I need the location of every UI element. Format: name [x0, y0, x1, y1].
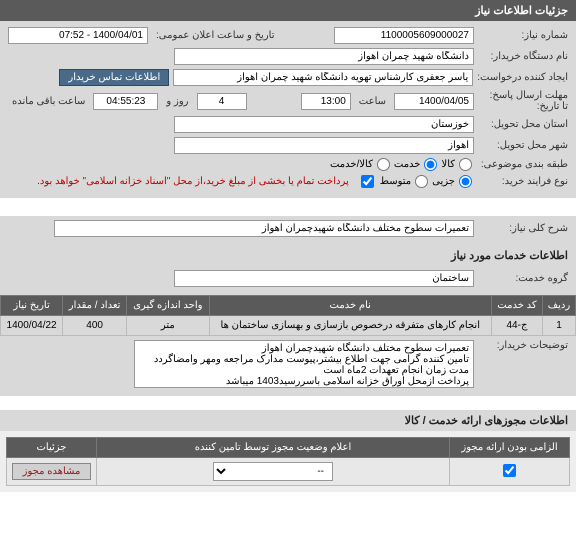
hour-label: ساعت [355, 96, 390, 107]
cell-details: مشاهده مجوز [7, 458, 97, 486]
radio-service[interactable]: خدمت [394, 158, 440, 171]
public-date-input[interactable] [8, 27, 148, 44]
treasury-checkbox[interactable] [361, 175, 374, 188]
th-date: تاریخ نیاز [1, 296, 63, 316]
th-details: جزئیات [7, 438, 97, 458]
buyer-org-label: نام دستگاه خریدار: [478, 51, 568, 62]
deadline-hour-input[interactable] [301, 93, 351, 110]
service-table: ردیف کد خدمت نام خدمت واحد اندازه گیری ت… [0, 295, 576, 336]
city-input[interactable] [174, 137, 474, 154]
cell-status: -- [97, 458, 450, 486]
status-select[interactable]: -- [213, 462, 333, 481]
cell-date: 1400/04/22 [1, 316, 63, 336]
cell-idx: 1 [542, 316, 575, 336]
th-idx: ردیف [542, 296, 575, 316]
cell-qty: 400 [63, 316, 127, 336]
public-date-label: تاریخ و ساعت اعلان عمومی: [152, 30, 279, 41]
th-name: نام خدمت [209, 296, 491, 316]
table-row[interactable]: 1 ج-44 انجام کارهای متفرقه درخصوص بازساز… [1, 316, 576, 336]
buyer-contact-button[interactable]: اطلاعات تماس خریدار [59, 69, 169, 86]
need-no-label: شماره نیاز: [478, 30, 568, 41]
days-left-input [197, 93, 247, 110]
service-group-label: گروه خدمت: [478, 273, 568, 284]
buyer-notes-label: توضیحات خریدار: [478, 340, 568, 351]
page-title: جزئیات اطلاعات نیاز [475, 5, 568, 17]
radio-partial[interactable]: جزیی [432, 175, 474, 188]
province-input[interactable] [174, 116, 474, 133]
permits-section: الزامی بودن ارائه مجوز اعلام وضعیت مجوز … [0, 431, 576, 492]
purchase-hint: پرداخت تمام یا بخشی از مبلغ خرید،از محل … [37, 176, 355, 187]
desc-input[interactable] [54, 220, 474, 237]
creator-label: ایجاد کننده درخواست: [477, 72, 568, 83]
radio-medium[interactable]: متوسط [380, 175, 430, 188]
th-unit: واحد اندازه گیری [127, 296, 209, 316]
need-no-input[interactable] [334, 27, 474, 44]
category-label: طبقه بندی موضوعی: [478, 159, 568, 170]
cell-name: انجام کارهای متفرقه درخصوص بازسازی و بهس… [209, 316, 491, 336]
remain-label: ساعت باقی مانده [8, 96, 89, 107]
purchase-type-label: نوع فرایند خرید: [478, 176, 568, 187]
deadline-date-input[interactable] [394, 93, 474, 110]
creator-input[interactable] [173, 69, 473, 86]
service-group-input[interactable] [174, 270, 474, 287]
th-status: اعلام وضعیت مجوز توسط تامین کننده [97, 438, 450, 458]
deadline-label: مهلت ارسال پاسخ: تا تاریخ: [478, 90, 568, 112]
mandatory-checkbox[interactable] [503, 464, 516, 477]
province-label: استان محل تحویل: [478, 119, 568, 130]
th-qty: تعداد / مقدار [63, 296, 127, 316]
radio-goods[interactable]: کالا [441, 158, 474, 171]
days-label: روز و [162, 96, 192, 107]
services-section-title: اطلاعات خدمات مورد نیاز [0, 245, 576, 266]
time-left-input [93, 93, 158, 110]
view-permit-button[interactable]: مشاهده مجوز [12, 463, 92, 480]
desc-label: شرح کلی نیاز: [478, 223, 568, 234]
th-mandatory: الزامی بودن ارائه مجوز [450, 438, 570, 458]
page-header: جزئیات اطلاعات نیاز [0, 0, 576, 21]
city-label: شهر محل تحویل: [478, 140, 568, 151]
buyer-notes-textarea[interactable] [134, 340, 474, 388]
main-form: شماره نیاز: تاریخ و ساعت اعلان عمومی: نا… [0, 21, 576, 198]
desc-section: شرح کلی نیاز: [0, 216, 576, 245]
permits-table: الزامی بودن ارائه مجوز اعلام وضعیت مجوز … [6, 437, 570, 486]
cell-code: ج-44 [492, 316, 543, 336]
services-group-row: گروه خدمت: [0, 266, 576, 295]
cell-mandatory [450, 458, 570, 486]
th-code: کد خدمت [492, 296, 543, 316]
cell-unit: متر [127, 316, 209, 336]
radio-goods-service[interactable]: کالا/خدمت [330, 158, 392, 171]
category-radio-group: کالا خدمت کالا/خدمت [330, 158, 474, 171]
buyer-org-input[interactable] [174, 48, 474, 65]
buyer-notes-section: توضیحات خریدار: [0, 336, 576, 396]
permit-row: -- مشاهده مجوز [7, 458, 570, 486]
permits-section-title: اطلاعات مجوزهای ارائه خدمت / کالا [0, 410, 576, 431]
purchase-type-radio-group: جزیی متوسط [380, 175, 474, 188]
